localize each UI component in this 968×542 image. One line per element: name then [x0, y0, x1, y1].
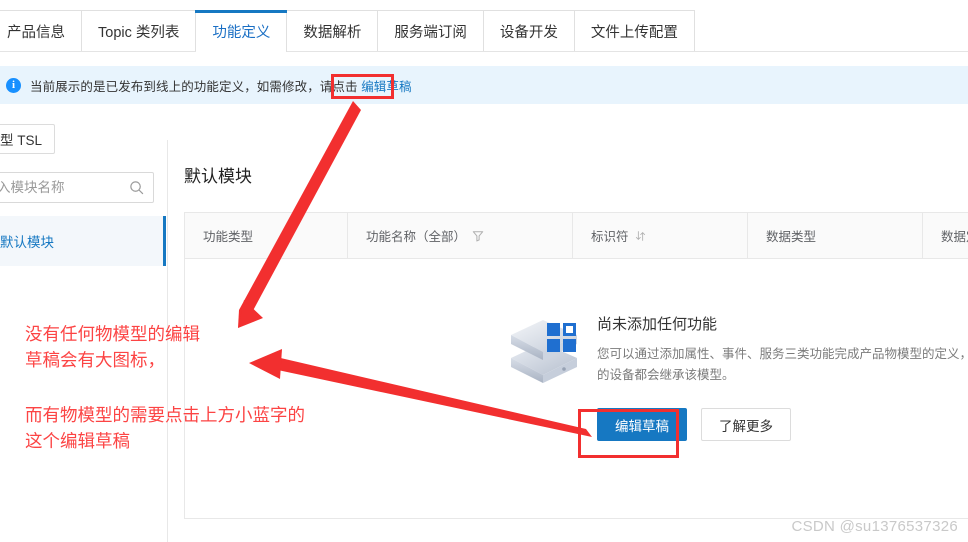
search-input[interactable] [0, 179, 129, 196]
column-header-label: 功能类型 [203, 230, 254, 244]
info-banner: i 当前展示的是已发布到线上的功能定义，如需修改，请点击 编辑草稿 [0, 66, 968, 104]
tab-label: 功能定义 [212, 24, 271, 41]
tab-label: Topic 类列表 [98, 25, 180, 41]
main-content: 默认模块 [184, 162, 968, 209]
column-header-identifier[interactable]: 标识符 [573, 213, 748, 258]
empty-state-actions: 编辑草稿 了解更多 [597, 408, 968, 441]
module-sidebar: 物模型 TSL 默认模块 [0, 112, 168, 542]
module-search-box[interactable] [0, 172, 154, 203]
column-header-function-type[interactable]: 功能类型 [185, 213, 348, 258]
tab-label: 数据解析 [303, 25, 362, 41]
column-header-label: 功能名称（全部） [366, 230, 467, 244]
column-header-label: 标识符 [591, 230, 629, 244]
tsl-model-button[interactable]: 物模型 TSL [0, 124, 56, 154]
column-header-label: 数据类型 [766, 230, 817, 244]
tsl-model-button-label: 物模型 TSL [0, 133, 43, 148]
empty-state-body: 尚未添加任何功能 您可以通过添加属性、事件、服务三类功能完成产品物模型的定义，产… [597, 311, 968, 441]
table-header-row: 功能类型 功能名称（全部） 标识符 数据类型 数据 [185, 213, 968, 259]
tab-label: 服务端订阅 [394, 25, 467, 41]
function-table: 功能类型 功能名称（全部） 标识符 数据类型 数据 尚未添加任何功能 您可以通过… [184, 212, 968, 519]
column-header-label: 数据定义 [941, 230, 968, 244]
stacked-boxes-icon [507, 315, 581, 385]
search-icon [129, 180, 144, 195]
column-header-data-type[interactable]: 数据类型 [748, 213, 923, 258]
tab-topic-list[interactable]: Topic 类列表 [82, 10, 197, 52]
column-header-function-name[interactable]: 功能名称（全部） [348, 213, 573, 258]
info-circle-icon: i [6, 77, 21, 93]
edit-draft-link[interactable]: 编辑草稿 [361, 80, 411, 94]
info-banner-text: 当前展示的是已发布到线上的功能定义，如需修改，请点击 编辑草稿 [30, 76, 412, 95]
empty-state: 尚未添加任何功能 您可以通过添加属性、事件、服务三类功能完成产品物模型的定义，产… [507, 311, 968, 441]
tab-label: 产品信息 [7, 25, 65, 41]
tab-list: 产品信息 Topic 类列表 功能定义 数据解析 服务端订阅 设备开发 文件上传… [0, 10, 695, 53]
empty-state-description: 您可以通过添加属性、事件、服务三类功能完成产品物模型的定义，产品下的设备都会继承… [597, 347, 968, 382]
sidebar-item-default-module[interactable]: 默认模块 [0, 216, 166, 266]
tab-function-definition[interactable]: 功能定义 [195, 10, 288, 53]
edit-draft-button[interactable]: 编辑草稿 [597, 408, 687, 441]
watermark: CSDN @su1376537326 [791, 518, 958, 535]
tab-label: 文件上传配置 [590, 25, 678, 41]
tab-file-upload-config[interactable]: 文件上传配置 [574, 10, 695, 52]
page-title: 默认模块 [184, 167, 252, 186]
sidebar-divider [167, 140, 168, 542]
sort-icon[interactable] [635, 230, 646, 242]
tab-label: 设备开发 [499, 25, 558, 41]
tab-data-parsing[interactable]: 数据解析 [287, 10, 379, 52]
column-header-data-definition[interactable]: 数据定义 [923, 213, 968, 258]
learn-more-button[interactable]: 了解更多 [701, 408, 791, 441]
filter-icon[interactable] [472, 230, 484, 242]
tab-device-development[interactable]: 设备开发 [483, 10, 575, 52]
product-tab-bar: 产品信息 Topic 类列表 功能定义 数据解析 服务端订阅 设备开发 文件上传… [0, 0, 968, 53]
page-root: 产品信息 Topic 类列表 功能定义 数据解析 服务端订阅 设备开发 文件上传… [0, 0, 968, 542]
sidebar-item-label: 默认模块 [0, 235, 54, 250]
tab-product-info[interactable]: 产品信息 [0, 10, 82, 52]
info-banner-message: 当前展示的是已发布到线上的功能定义，如需修改，请点击 [30, 79, 358, 94]
empty-state-title: 尚未添加任何功能 [597, 316, 718, 333]
tab-server-subscription[interactable]: 服务端订阅 [378, 10, 484, 52]
